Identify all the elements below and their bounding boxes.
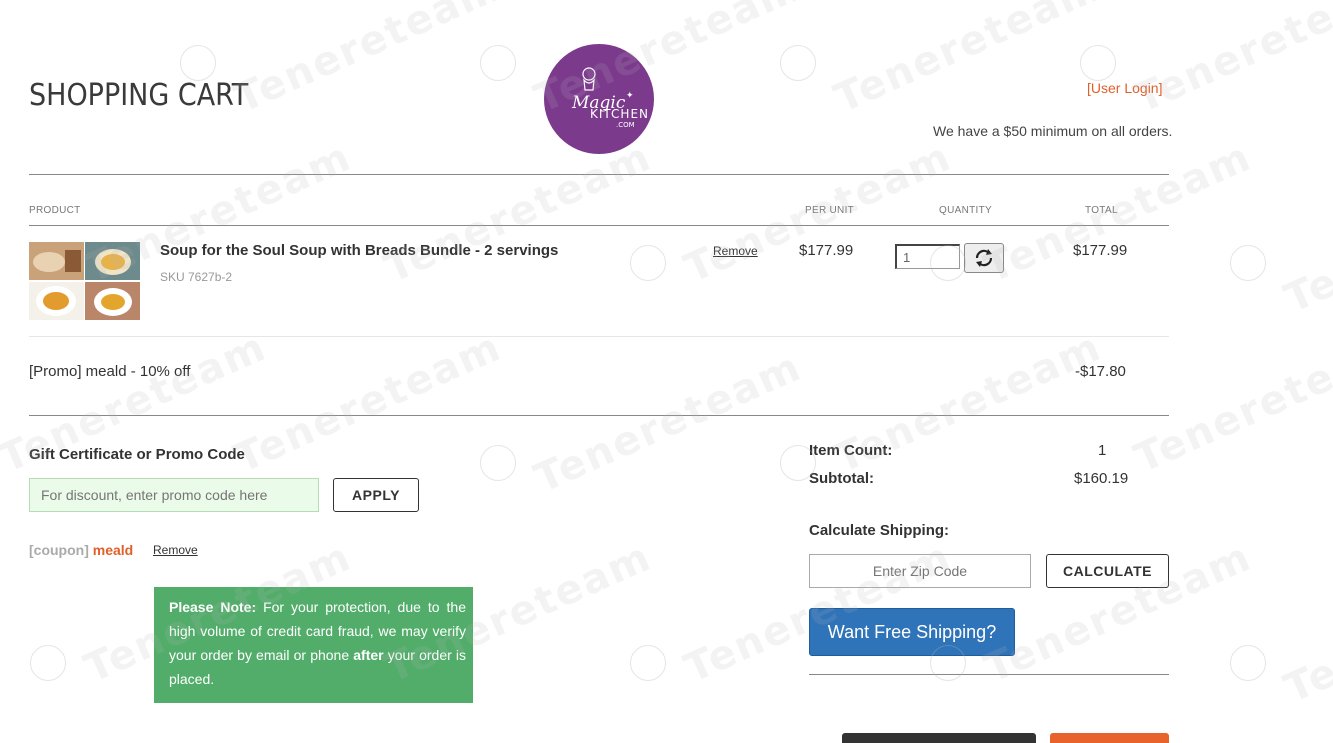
divider — [29, 415, 1169, 416]
product-thumbnail[interactable] — [29, 242, 140, 320]
watermark-text: Tenereteam — [378, 133, 659, 293]
fraud-notice: Please Note: For your protection, due to… — [154, 587, 473, 703]
promo-line-amount: -$17.80 — [1075, 363, 1126, 380]
column-header-product: PRODUCT — [29, 205, 81, 216]
subtotal-value: $160.19 — [1074, 470, 1129, 487]
divider — [29, 336, 1169, 337]
product-sku: SKU 7627b-2 — [160, 270, 233, 284]
calculate-shipping-label: Calculate Shipping: — [809, 522, 950, 539]
unit-price: $177.99 — [799, 242, 854, 259]
promo-code-label: Gift Certificate or Promo Code — [29, 446, 245, 463]
product-name[interactable]: Soup for the Soul Soup with Breads Bundl… — [160, 242, 558, 259]
coupon-code: meald — [92, 542, 134, 558]
item-count-value: 1 — [1098, 442, 1107, 459]
remove-coupon-link[interactable]: Remove — [153, 543, 198, 557]
svg-text:✦: ✦ — [626, 90, 634, 100]
continue-shopping-button[interactable] — [842, 733, 1036, 743]
coupon-tag: [coupon] — [29, 542, 89, 558]
refresh-icon — [975, 249, 993, 267]
apply-button[interactable]: APPLY — [333, 478, 419, 512]
column-header-quantity: QUANTITY — [939, 205, 992, 216]
subtotal-label: Subtotal: — [809, 470, 874, 487]
zip-code-input[interactable] — [809, 554, 1031, 588]
magic-kitchen-logo[interactable]: Magic KITCHEN .COM ✦ — [544, 44, 654, 154]
quantity-input[interactable] — [895, 244, 960, 269]
item-count-label: Item Count: — [809, 442, 893, 459]
checkout-button[interactable] — [1050, 733, 1169, 743]
svg-text:.COM: .COM — [616, 121, 635, 129]
remove-item-link[interactable]: Remove — [713, 244, 758, 258]
watermark-text: Tenereteam — [228, 0, 509, 123]
divider — [29, 225, 1169, 226]
page-title: SHOPPING CART — [29, 78, 249, 113]
watermark-text: Tenereteam — [1278, 163, 1333, 323]
watermark-text: Tenereteam — [1278, 553, 1333, 713]
watermark-text: Tenereteam — [1128, 0, 1333, 123]
free-shipping-button[interactable]: Want Free Shipping? — [809, 608, 1015, 656]
watermark-text: Tenereteam — [1128, 323, 1333, 483]
calculate-button[interactable]: CALCULATE — [1046, 554, 1169, 588]
divider — [29, 174, 1169, 175]
column-header-total: TOTAL — [1085, 205, 1118, 216]
applied-coupon: [coupon] meald — [29, 542, 133, 558]
promo-line-label: [Promo] meald - 10% off — [29, 363, 191, 380]
watermark-text: Tenereteam — [228, 323, 509, 483]
chef-hat-icon: Magic KITCHEN .COM ✦ — [571, 67, 649, 129]
svg-text:KITCHEN: KITCHEN — [590, 107, 649, 121]
update-quantity-button[interactable] — [964, 243, 1004, 273]
notice-emphasis: after — [353, 647, 384, 663]
minimum-order-note: We have a $50 minimum on all orders. — [933, 123, 1173, 139]
user-login-link[interactable]: [User Login] — [1087, 80, 1162, 96]
notice-lead: Please Note: — [169, 599, 257, 615]
column-header-per-unit: PER UNIT — [805, 205, 855, 216]
watermark-text: Tenereteam — [528, 343, 809, 503]
watermark-text: Tenereteam — [828, 0, 1109, 123]
watermark-text: Tenereteam — [978, 133, 1259, 293]
promo-code-input[interactable] — [29, 478, 319, 512]
line-total: $177.99 — [1073, 242, 1128, 259]
divider — [809, 674, 1169, 675]
